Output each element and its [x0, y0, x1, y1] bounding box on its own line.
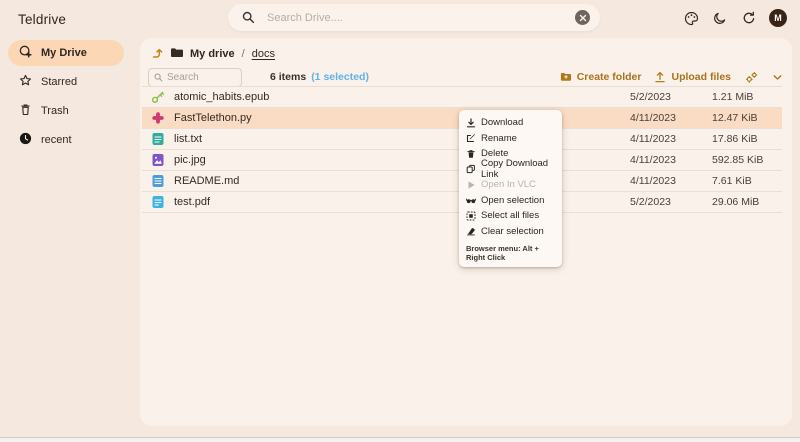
app-title: Teldrive: [18, 12, 66, 27]
context-menu-footer: Browser menu: Alt + Right Click: [459, 239, 562, 264]
clock-icon: [19, 132, 32, 148]
search-icon: [154, 73, 163, 82]
menu-item-label: Open selection: [481, 195, 544, 206]
global-search[interactable]: [228, 4, 600, 31]
eraser-icon: [466, 226, 476, 236]
sidebar-item-label: My Drive: [41, 47, 87, 59]
drive-add-icon: [19, 45, 32, 61]
sidebar-item-label: Trash: [41, 105, 69, 117]
copy-icon: [466, 164, 476, 174]
clear-search-icon[interactable]: [575, 10, 590, 25]
file-size: 17.86 KiB: [712, 133, 758, 145]
global-search-input[interactable]: [267, 12, 575, 24]
image-file-icon: [151, 153, 165, 167]
breadcrumb: My drive / docs: [150, 45, 275, 63]
upload-files-label: Upload files: [671, 71, 731, 83]
file-name: list.txt: [174, 133, 202, 145]
file-date: 4/11/2023: [630, 154, 676, 166]
file-size: 1.21 MiB: [712, 91, 753, 103]
folder-icon: [170, 46, 183, 62]
file-name: README.md: [174, 175, 239, 187]
bottom-edge-divider: [0, 437, 800, 442]
file-size: 7.61 KiB: [712, 175, 752, 187]
menu-item-label: Rename: [481, 133, 517, 144]
selected-count: (1 selected): [311, 71, 369, 83]
text-file-icon: [151, 132, 165, 146]
play-icon: [466, 180, 476, 190]
file-name: pic.jpg: [174, 154, 206, 166]
file-name: atomic_habits.epub: [174, 91, 269, 103]
upload-icon: [654, 71, 666, 83]
download-icon: [466, 118, 476, 128]
select-all-icon: [466, 211, 476, 221]
context-menu: Download Rename Delete Copy Download Lin…: [459, 110, 562, 267]
user-avatar[interactable]: M: [769, 9, 787, 27]
file-name: FastTelethon.py: [174, 112, 252, 124]
menu-item-label: Copy Download Link: [481, 158, 555, 180]
items-count: 6 items: [270, 71, 306, 83]
file-date: 4/11/2023: [630, 112, 676, 124]
edit-icon: [466, 133, 476, 143]
trash-icon: [19, 103, 32, 119]
sidebar-item-starred[interactable]: Starred: [8, 69, 124, 95]
markdown-file-icon: [151, 174, 165, 188]
moon-icon[interactable]: [711, 9, 729, 27]
file-date: 5/2/2023: [630, 91, 671, 103]
menu-item-label: Clear selection: [481, 226, 544, 237]
file-size: 29.06 MiB: [712, 196, 759, 208]
up-level-icon[interactable]: [150, 46, 163, 62]
menu-item-label: Download: [481, 117, 523, 128]
file-size: 12.47 KiB: [712, 112, 758, 124]
sidebar-item-label: Starred: [41, 76, 77, 88]
menu-item-label: Open In VLC: [481, 179, 536, 190]
star-icon: [19, 74, 32, 90]
menu-item-download[interactable]: Download: [459, 115, 562, 131]
breadcrumb-current[interactable]: docs: [252, 48, 275, 60]
create-folder-label: Create folder: [577, 71, 642, 83]
menu-item-open-selection[interactable]: Open selection: [459, 193, 562, 209]
file-row[interactable]: atomic_habits.epub 5/2/2023 1.21 MiB: [142, 87, 782, 108]
upload-files-button[interactable]: Upload files: [654, 71, 731, 83]
view-settings-gears-icon[interactable]: [744, 70, 758, 84]
file-name: test.pdf: [174, 196, 210, 208]
glasses-icon: [466, 195, 476, 205]
menu-item-label: Select all files: [481, 210, 539, 221]
create-folder-button[interactable]: Create folder: [560, 71, 642, 83]
list-toolbar: 6 items (1 selected) Create folder Uploa…: [148, 66, 784, 88]
palette-icon[interactable]: [682, 9, 700, 27]
pdf-file-icon: [151, 195, 165, 209]
menu-item-copy-download-link[interactable]: Copy Download Link: [459, 162, 562, 178]
trash-icon: [466, 149, 476, 159]
file-date: 4/11/2023: [630, 175, 676, 187]
menu-item-clear-selection[interactable]: Clear selection: [459, 224, 562, 240]
python-file-icon: [151, 111, 165, 125]
sidebar-item-trash[interactable]: Trash: [8, 98, 124, 124]
menu-item-rename[interactable]: Rename: [459, 131, 562, 147]
chevron-down-icon[interactable]: [771, 71, 784, 84]
list-search-input[interactable]: [167, 72, 231, 83]
refresh-icon[interactable]: [740, 9, 758, 27]
menu-item-select-all-files[interactable]: Select all files: [459, 208, 562, 224]
file-date: 5/2/2023: [630, 196, 671, 208]
search-icon: [242, 11, 255, 24]
epub-key-icon: [151, 90, 165, 104]
sidebar: My Drive Starred Trash recent: [8, 40, 124, 153]
sidebar-item-label: recent: [41, 134, 72, 146]
list-search[interactable]: [148, 68, 242, 87]
file-size: 592.85 KiB: [712, 154, 763, 166]
folder-plus-icon: [560, 71, 572, 83]
breadcrumb-separator: /: [242, 48, 245, 60]
breadcrumb-root[interactable]: My drive: [190, 48, 235, 60]
sidebar-item-recent[interactable]: recent: [8, 127, 124, 153]
sidebar-item-my-drive[interactable]: My Drive: [8, 40, 124, 66]
file-date: 4/11/2023: [630, 133, 676, 145]
